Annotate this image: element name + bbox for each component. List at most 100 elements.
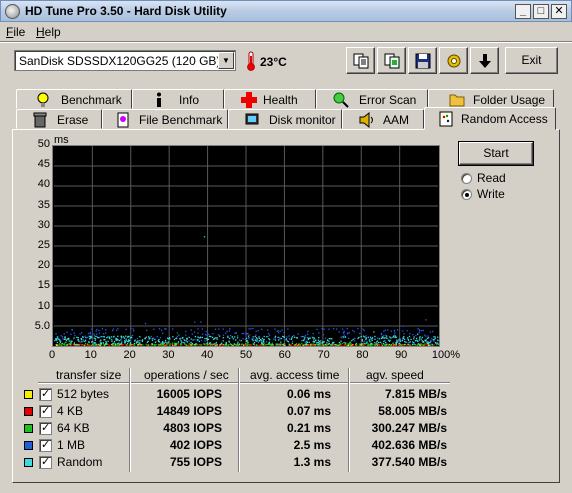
read-radio[interactable]: [461, 173, 472, 184]
scatter-point: [139, 342, 141, 344]
series-checkbox[interactable]: [39, 421, 52, 435]
save-button[interactable]: [408, 47, 437, 74]
scatter-point: [319, 342, 321, 345]
scatter-point: [58, 344, 60, 346]
scatter-point: [203, 343, 205, 345]
scatter-point: [197, 332, 199, 334]
scatter-point: [103, 336, 105, 338]
tab-erase[interactable]: Erase: [16, 109, 102, 129]
scatter-point: [160, 342, 162, 344]
minimize-button[interactable]: _: [515, 4, 531, 19]
scatter-point: [424, 344, 426, 346]
series-checkbox[interactable]: [39, 438, 52, 452]
scatter-point: [371, 344, 373, 346]
scatter-point: [242, 338, 244, 340]
maximize-button[interactable]: □: [533, 4, 549, 19]
scatter-point: [316, 343, 318, 345]
scatter-point: [86, 336, 89, 339]
series-checkbox[interactable]: [39, 404, 52, 418]
scatter-point: [194, 338, 196, 341]
scatter-point: [117, 335, 119, 337]
scatter-point: [63, 333, 65, 335]
scatter-point: [150, 335, 152, 338]
y-tick-label: 20: [37, 259, 50, 272]
scatter-point: [188, 343, 190, 345]
scatter-point: [181, 344, 183, 346]
scatter-point: [58, 343, 61, 345]
scatter-point: [230, 334, 232, 337]
cell-operations: 402 IOPS: [169, 438, 222, 452]
start-button[interactable]: Start: [459, 142, 533, 165]
scatter-point: [366, 344, 369, 346]
scatter-point: [359, 332, 361, 335]
scatter-point: [248, 328, 250, 330]
tab-folder-usage[interactable]: Folder Usage: [428, 89, 554, 109]
scatter-point: [55, 333, 57, 335]
scatter-point: [407, 341, 409, 344]
tab-file-benchmark[interactable]: File Benchmark: [102, 109, 228, 129]
tab-health[interactable]: Health: [224, 89, 316, 109]
scatter-point: [55, 338, 57, 340]
scatter-point: [343, 334, 345, 336]
scatter-point: [243, 344, 245, 346]
scatter-point: [295, 337, 298, 339]
scatter-point: [226, 330, 228, 333]
menu-file[interactable]: File: [6, 25, 25, 39]
write-radio[interactable]: [461, 189, 472, 200]
series-checkbox[interactable]: [39, 387, 52, 401]
scatter-point: [392, 344, 394, 346]
scatter-point: [73, 332, 75, 334]
copy-screenshot-button[interactable]: [377, 47, 406, 74]
scatter-point: [299, 344, 301, 346]
scatter-point: [76, 336, 78, 338]
tab-info[interactable]: Info: [132, 89, 224, 109]
scatter-point: [301, 342, 303, 345]
scatter-point: [179, 344, 182, 346]
scatter-point: [229, 328, 231, 330]
scatter-point: [364, 343, 367, 346]
tab-benchmark[interactable]: Benchmark: [16, 89, 132, 109]
scatter-point: [437, 343, 439, 345]
scatter-point: [418, 343, 420, 345]
scatter-point: [225, 332, 227, 334]
scatter-point: [232, 344, 235, 346]
close-button[interactable]: ✕: [551, 4, 567, 19]
scatter-point: [135, 342, 138, 344]
x-tick-label: 30: [162, 349, 175, 361]
scatter-point: [115, 339, 117, 341]
scatter-point: [354, 337, 356, 339]
copy-info-button[interactable]: [346, 47, 375, 74]
tab-disk-monitor[interactable]: Disk monitor: [228, 109, 342, 129]
scatter-point: [132, 328, 134, 330]
scatter-point: [177, 341, 180, 343]
scatter-point: [352, 338, 354, 341]
options-button[interactable]: [439, 47, 468, 74]
scatter-point: [114, 343, 117, 345]
scatter-point: [258, 336, 260, 338]
chevron-down-icon[interactable]: ▼: [218, 52, 234, 69]
scatter-point: [160, 329, 163, 331]
scatter-point: [105, 340, 107, 343]
tab-aam[interactable]: AAM: [342, 109, 424, 129]
scatter-point: [59, 341, 62, 343]
tab-random-access[interactable]: Random Access: [424, 107, 556, 130]
drive-select[interactable]: SanDisk SDSSDX120GG25 (120 GB) ▼: [14, 50, 236, 71]
scatter-point: [176, 337, 178, 339]
series-checkbox[interactable]: [39, 455, 52, 469]
scatter-point: [389, 344, 392, 346]
scatter-point: [227, 335, 229, 337]
scatter-point: [120, 339, 122, 341]
scatter-point: [166, 342, 168, 344]
tab-error-scan[interactable]: Error Scan: [316, 89, 428, 109]
scatter-point: [282, 336, 285, 338]
scatter-point: [355, 342, 358, 345]
scatter-point: [258, 340, 260, 342]
x-tick-label: 100%: [431, 349, 461, 361]
menu-help[interactable]: Help: [36, 25, 61, 39]
exit-button[interactable]: Exit: [505, 47, 558, 74]
download-button[interactable]: [470, 47, 499, 74]
scatter-point: [338, 341, 341, 344]
scatter-point: [413, 336, 415, 338]
scatter-point: [312, 333, 314, 335]
scatter-point: [108, 336, 111, 338]
